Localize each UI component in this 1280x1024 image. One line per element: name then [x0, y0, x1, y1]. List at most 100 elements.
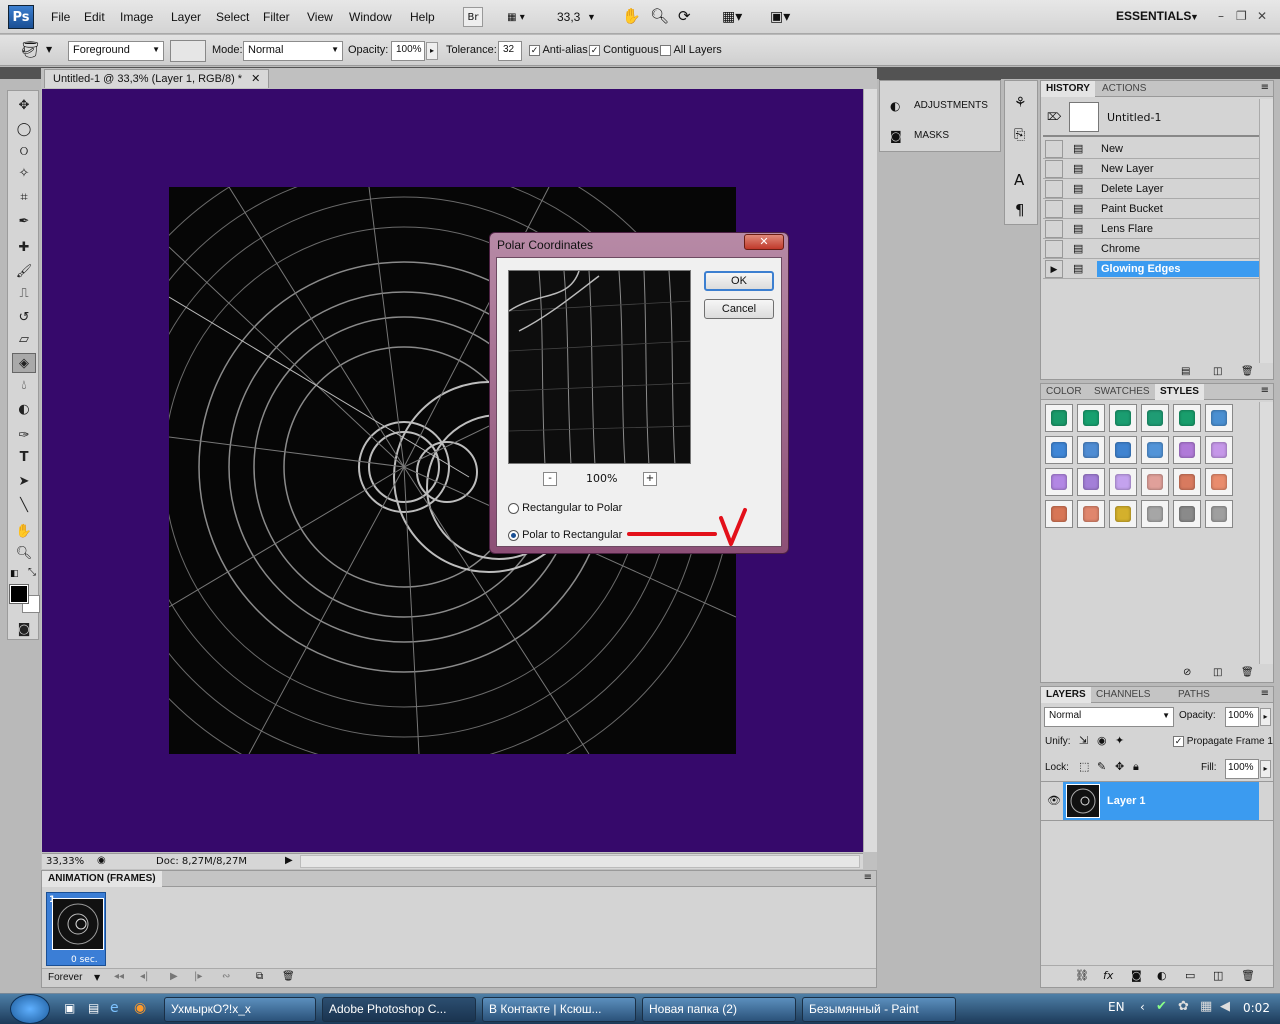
new-frame-icon[interactable]: ⧉ [256, 971, 263, 982]
style-swatch[interactable] [1077, 468, 1105, 496]
delete-style-icon[interactable]: 🗑︎ [1241, 667, 1254, 678]
style-swatch[interactable] [1173, 500, 1201, 528]
new-document-from-state-icon[interactable]: ▤ [1181, 366, 1190, 377]
contiguous-checkbox[interactable]: ✓ Contiguous [589, 44, 659, 56]
bridge-button[interactable]: Br [463, 7, 483, 27]
filter-preview[interactable] [508, 270, 691, 464]
brush-panel-icon[interactable]: ⚘ [1014, 95, 1027, 111]
taskbar-item-browser[interactable]: В Контакте | Ксюш... [482, 997, 636, 1022]
marquee-tool-icon[interactable]: ◯ [12, 119, 36, 139]
polar-to-rectangular-radio[interactable]: Polar to Rectangular [508, 529, 622, 541]
style-swatch[interactable] [1205, 436, 1233, 464]
history-source-checkbox[interactable] [1045, 159, 1063, 178]
menu-window[interactable]: Window [349, 10, 392, 24]
tab-styles[interactable]: STYLES [1155, 384, 1204, 400]
skype-tray-icon[interactable]: ✔ [1156, 999, 1167, 1014]
extras-icon[interactable]: ▦ ▾ [499, 7, 533, 27]
menu-view[interactable]: View [307, 10, 333, 24]
chevron-down-icon[interactable]: ▼ [94, 973, 100, 982]
history-state[interactable]: ▤ Chrome [1043, 239, 1259, 259]
tab-color[interactable]: COLOR [1041, 384, 1087, 400]
close-icon[interactable]: ✕ [251, 73, 260, 85]
zoom-tool-icon[interactable]: 🔍︎ [12, 543, 36, 563]
path-selection-icon[interactable]: ➤ [12, 471, 36, 491]
style-swatch[interactable] [1173, 436, 1201, 464]
history-brush-icon[interactable]: ↺ [12, 307, 36, 327]
language-indicator[interactable]: EN [1108, 1000, 1125, 1014]
crop-tool-icon[interactable]: ⌗ [12, 187, 36, 207]
style-swatch[interactable] [1045, 500, 1073, 528]
layer-mask-icon[interactable]: ◙ [1131, 969, 1142, 982]
default-colors-icon[interactable]: ◧ [10, 569, 19, 579]
clock[interactable]: 0:02 [1243, 1001, 1270, 1015]
style-swatch[interactable] [1205, 404, 1233, 432]
paint-bucket-tool-icon[interactable]: ◈ [12, 353, 36, 373]
rectangular-to-polar-radio[interactable]: Rectangular to Polar [508, 502, 622, 514]
magic-wand-icon[interactable]: ✧ [12, 163, 36, 183]
adjustments-label[interactable]: ADJUSTMENTS [914, 100, 988, 111]
tray-app-icon[interactable]: ✿ [1178, 999, 1189, 1014]
blend-mode-select[interactable]: Normal ▼ [1044, 707, 1174, 727]
history-state[interactable]: ▶ ▤ Glowing Edges [1043, 259, 1259, 279]
new-group-icon[interactable]: ▭ [1185, 969, 1195, 982]
all-layers-checkbox[interactable]: All Layers [660, 44, 722, 56]
style-swatch[interactable] [1205, 500, 1233, 528]
cancel-button[interactable]: Cancel [704, 299, 774, 319]
history-state[interactable]: ▤ New Layer [1043, 159, 1259, 179]
brush-tool-icon[interactable]: 🖌︎ [12, 261, 36, 281]
menu-help[interactable]: Help [410, 10, 435, 24]
clone-stamp-icon[interactable]: ⎍ [12, 283, 36, 303]
delete-frame-icon[interactable]: 🗑︎ [282, 971, 295, 982]
start-button[interactable] [10, 994, 50, 1024]
adjustment-layer-icon[interactable]: ◐ [1157, 969, 1167, 982]
dialog-close-button[interactable]: ✕ [744, 234, 784, 250]
first-frame-icon[interactable]: ◂◂ [114, 971, 124, 982]
panel-menu-icon[interactable]: ≡ [1261, 688, 1269, 699]
eyedropper-tool-icon[interactable]: ✒ [12, 211, 36, 231]
opacity-input[interactable]: 100% [391, 41, 425, 61]
menu-filter[interactable]: Filter [263, 10, 290, 24]
network-icon[interactable]: ▦ [1200, 999, 1212, 1014]
style-swatch[interactable] [1173, 468, 1201, 496]
tolerance-input[interactable]: 32 [498, 41, 522, 61]
zoom-level[interactable]: 33,3 [557, 10, 580, 24]
animation-frame[interactable]: 1 0 sec. [46, 892, 106, 966]
tab-layers[interactable]: LAYERS [1041, 687, 1091, 703]
hand-icon[interactable]: ✋ [622, 7, 641, 25]
layer-row[interactable]: 👁︎ Layer 1 [1041, 781, 1273, 821]
layer-style-icon[interactable]: fx [1103, 969, 1113, 982]
menu-select[interactable]: Select [216, 10, 249, 24]
adjustments-icon[interactable]: ◐ [890, 99, 900, 113]
style-swatch[interactable] [1109, 436, 1137, 464]
play-icon[interactable]: ▶ [170, 971, 178, 982]
horizontal-scrollbar[interactable] [300, 855, 860, 868]
panel-menu-icon[interactable]: ≡ [1261, 82, 1269, 93]
lock-position-icon[interactable]: ✥ [1115, 760, 1124, 773]
history-scrollbar[interactable] [1259, 99, 1273, 363]
chevron-down-icon[interactable]: ▼ [1190, 12, 1199, 22]
next-frame-icon[interactable]: |▸ [194, 971, 202, 982]
screen-mode-icon[interactable]: ▣▾ [770, 8, 790, 25]
style-swatch[interactable] [1141, 404, 1169, 432]
animation-panel-tab[interactable]: ANIMATION (FRAMES) [42, 871, 162, 887]
mode-select[interactable]: Normal ▼ [243, 41, 343, 61]
frame-delay[interactable]: 0 sec. [71, 955, 98, 965]
firefox-icon[interactable]: ◉ [134, 1000, 146, 1016]
propagate-checkbox[interactable]: ✓ Propagate Frame 1 [1173, 736, 1273, 747]
new-layer-icon[interactable]: ◫ [1213, 969, 1223, 982]
layer-name[interactable]: Layer 1 [1107, 795, 1146, 807]
style-swatch[interactable] [1109, 404, 1137, 432]
delete-state-icon[interactable]: 🗑︎ [1241, 366, 1254, 377]
layer-opacity-input[interactable]: 100% [1225, 707, 1259, 727]
history-state[interactable]: ▤ Paint Bucket [1043, 199, 1259, 219]
tray-expand-icon[interactable]: ‹ [1140, 1000, 1145, 1014]
character-panel-icon[interactable]: A [1014, 171, 1024, 189]
history-source-checkbox[interactable]: ▶ [1045, 259, 1063, 278]
lock-pixels-icon[interactable]: ✎ [1097, 760, 1106, 773]
history-state[interactable]: ▤ Delete Layer [1043, 179, 1259, 199]
pen-tool-icon[interactable]: ✑ [12, 425, 36, 445]
opacity-slider-button[interactable]: ▸ [426, 42, 438, 60]
new-style-icon[interactable]: ◫ [1213, 667, 1222, 678]
history-source-checkbox[interactable] [1045, 179, 1063, 198]
taskbar-item-paint[interactable]: Безымянный - Paint [802, 997, 956, 1022]
